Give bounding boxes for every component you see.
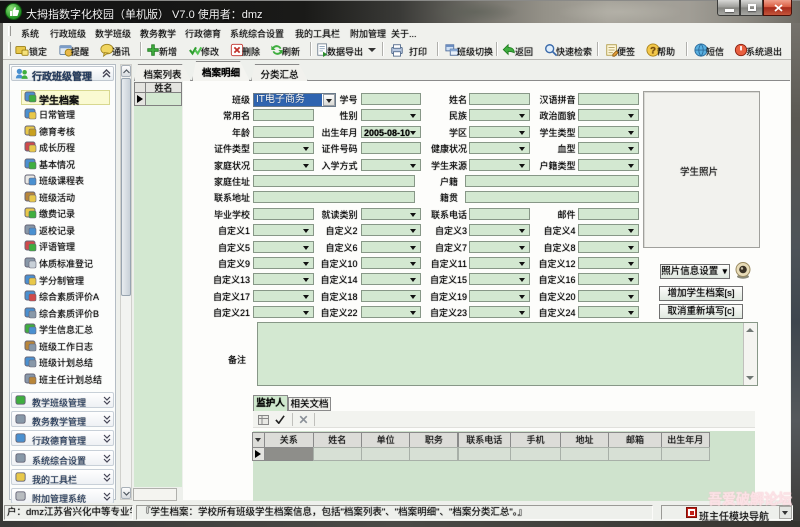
svg-text:?: ? <box>650 46 656 57</box>
